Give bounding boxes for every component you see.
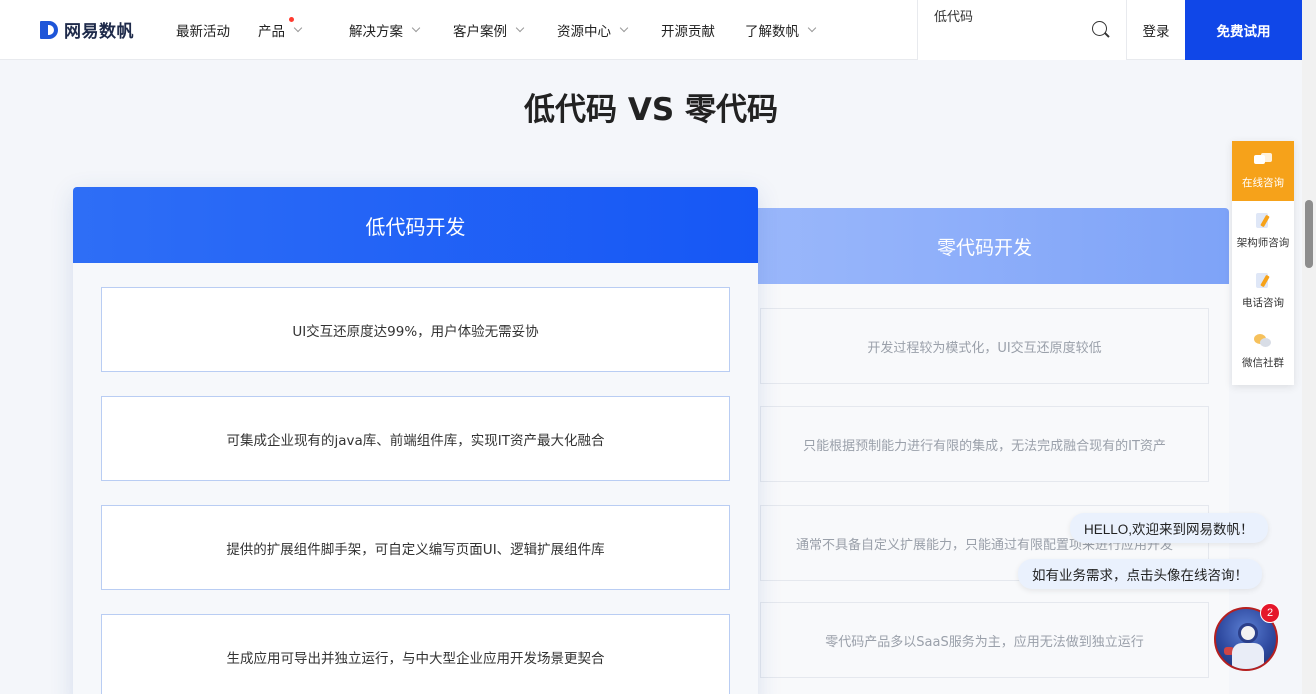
search-box	[917, 0, 1127, 60]
wechat-icon	[1254, 333, 1272, 349]
chat-greeting-bubble[interactable]: HELLO,欢迎来到网易数帆！	[1070, 513, 1268, 543]
nav-item-label: 客户案例	[453, 23, 507, 40]
side-item-architect-consult[interactable]: 架构师咨询	[1232, 201, 1294, 261]
new-dot-icon	[289, 16, 294, 22]
architect-icon	[1254, 212, 1272, 229]
chevron-down-icon	[619, 23, 629, 32]
nav-item-about[interactable]: 了解数帆	[745, 0, 845, 60]
login-button[interactable]: 登录	[1127, 0, 1185, 60]
zero-code-card-title: 零代码开发	[740, 208, 1229, 284]
brand-logo[interactable]: 网易数帆	[40, 17, 176, 42]
top-navigation-bar: 网易数帆 最新活动 产品 解决方案 客户案例 资源中心 开源贡献 了解数帆 低代…	[0, 0, 1302, 60]
side-item-label: 在线咨询	[1242, 176, 1284, 189]
page-scrollbar[interactable]	[1302, 0, 1316, 694]
nav-item-label: 产品	[258, 23, 285, 40]
low-code-item: 提供的扩展组件脚手架，可自定义编写页面UI、逻辑扩展组件库	[101, 505, 730, 590]
side-item-phone-consult[interactable]: 电话咨询	[1232, 261, 1294, 321]
chat-prompt-bubble[interactable]: 如有业务需求，点击头像在线咨询！	[1018, 559, 1262, 589]
chat-icon	[1254, 152, 1272, 169]
chevron-down-icon	[293, 23, 303, 32]
scrollbar-thumb[interactable]	[1305, 200, 1313, 268]
floating-contact-panel: 在线咨询 架构师咨询 电话咨询 微信社群	[1232, 141, 1294, 385]
zero-code-item: 只能根据预制能力进行有限的集成，无法完成融合现有的IT资产	[760, 406, 1209, 482]
search-icon[interactable]	[1092, 21, 1107, 36]
nav-item-resources[interactable]: 资源中心	[557, 0, 661, 60]
page-title: 低代码 VS 零代码	[524, 92, 778, 128]
nav-item-label: 最新活动	[176, 23, 230, 40]
logo-text: 网易数帆	[64, 22, 134, 42]
low-code-item: 可集成企业现有的java库、前端组件库，实现IT资产最大化融合	[101, 396, 730, 481]
chevron-down-icon	[411, 23, 421, 32]
nav-item-label: 了解数帆	[745, 23, 799, 40]
side-item-label: 微信社群	[1242, 356, 1284, 369]
zero-code-item: 开发过程较为模式化，UI交互还原度较低	[760, 308, 1209, 384]
nav-item-label: 解决方案	[349, 23, 403, 40]
chevron-down-icon	[807, 23, 817, 32]
zero-code-card: 零代码开发 开发过程较为模式化，UI交互还原度较低 只能根据预制能力进行有限的集…	[740, 208, 1229, 694]
side-item-online-consult[interactable]: 在线咨询	[1232, 141, 1294, 201]
nav-item-products[interactable]: 产品	[258, 0, 349, 60]
nav-item-open-source[interactable]: 开源贡献	[661, 0, 745, 60]
phone-icon	[1254, 272, 1272, 289]
low-code-item: 生成应用可导出并独立运行，与中大型企业应用开发场景更契合	[101, 614, 730, 694]
logo-mark-icon	[40, 19, 60, 41]
nav-item-solutions[interactable]: 解决方案	[349, 0, 453, 60]
nav-item-label: 开源贡献	[661, 23, 715, 40]
search-input[interactable]	[934, 8, 1084, 23]
low-code-card: 低代码开发 UI交互还原度达99%，用户体验无需妥协 可集成企业现有的java库…	[73, 187, 758, 694]
low-code-card-title: 低代码开发	[73, 187, 758, 263]
side-item-label: 电话咨询	[1242, 296, 1284, 309]
unread-badge: 2	[1260, 603, 1280, 623]
nav-item-latest-events[interactable]: 最新活动	[176, 0, 258, 60]
free-trial-button[interactable]: 免费试用	[1185, 0, 1302, 60]
chevron-down-icon	[515, 23, 525, 32]
nav-item-customer-cases[interactable]: 客户案例	[453, 0, 557, 60]
zero-code-item: 零代码产品多以SaaS服务为主，应用无法做到独立运行	[760, 602, 1209, 678]
side-item-wechat-group[interactable]: 微信社群	[1232, 321, 1294, 381]
side-item-label: 架构师咨询	[1236, 236, 1290, 249]
nav-item-label: 资源中心	[557, 23, 611, 40]
low-code-item: UI交互还原度达99%，用户体验无需妥协	[101, 287, 730, 372]
main-nav: 最新活动 产品 解决方案 客户案例 资源中心 开源贡献 了解数帆	[176, 0, 845, 60]
